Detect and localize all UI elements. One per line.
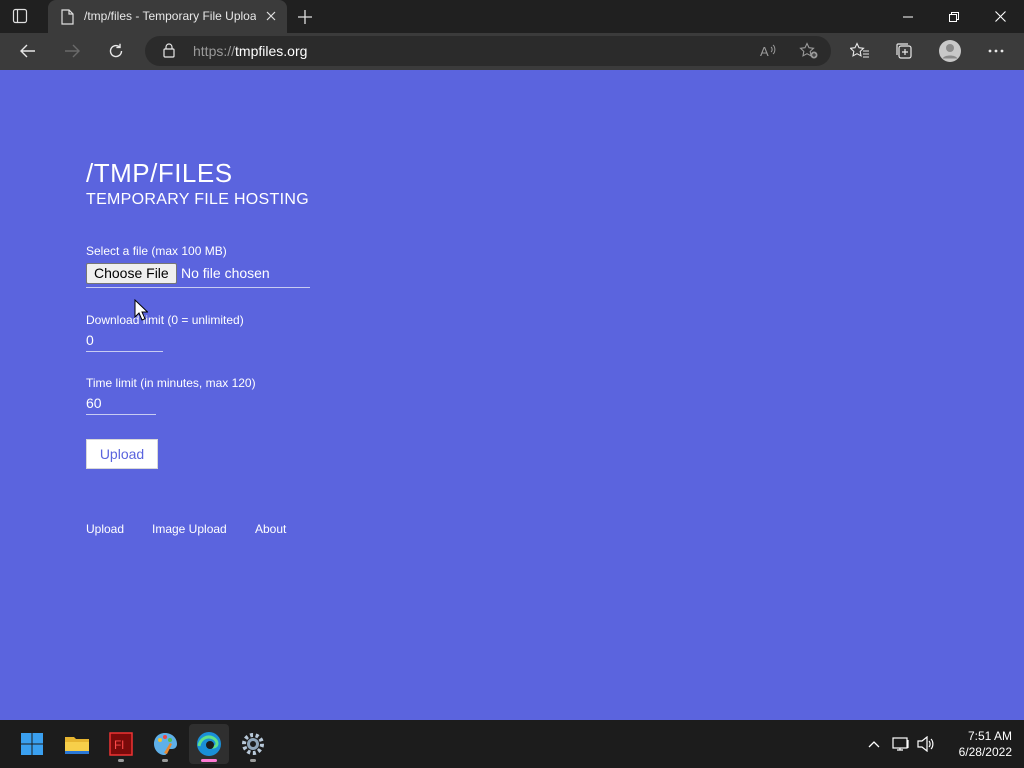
mouse-cursor-icon [134, 298, 149, 326]
active-app-indicator [201, 759, 217, 762]
file-label: Select a file (max 100 MB) [86, 244, 227, 258]
tab-strip: /tmp/files - Temporary File Upload [0, 0, 1024, 33]
more-menu-icon[interactable] [981, 37, 1011, 65]
collections-icon[interactable] [889, 37, 919, 65]
url-text: https://tmpfiles.org [193, 43, 308, 59]
taskbar: Fl 7:51 AM 6/28/2022 [0, 720, 1024, 768]
active-tab[interactable]: /tmp/files - Temporary File Upload [48, 0, 287, 33]
clock-time: 7:51 AM [967, 729, 1012, 743]
address-bar[interactable]: https://tmpfiles.org A [145, 36, 831, 66]
file-input[interactable]: Choose File No file chosen [86, 262, 310, 288]
lock-icon[interactable] [163, 43, 175, 63]
browser-toolbar: https://tmpfiles.org A [0, 33, 1024, 70]
svg-text:Fl: Fl [114, 738, 124, 752]
refresh-button[interactable] [101, 37, 131, 65]
windows-start-icon[interactable] [12, 724, 52, 764]
footer-link-upload[interactable]: Upload [86, 522, 124, 536]
footer-link-about[interactable]: About [255, 522, 286, 536]
tab-actions-icon[interactable] [12, 8, 28, 24]
back-button[interactable] [13, 37, 43, 65]
time-limit-label: Time limit (in minutes, max 120) [86, 376, 256, 390]
clock[interactable]: 7:51 AM 6/28/2022 [940, 728, 1012, 760]
page-content: /TMP/FILES TEMPORARY FILE HOSTING Select… [0, 70, 1024, 720]
upload-button[interactable]: Upload [86, 439, 158, 469]
page-title: /TMP/FILES [86, 158, 233, 188]
download-limit-input[interactable]: 0 [86, 330, 163, 352]
tab-close-icon[interactable] [262, 7, 280, 25]
favorites-icon[interactable] [845, 37, 875, 65]
running-indicator [250, 759, 256, 762]
add-favorite-icon[interactable] [799, 42, 819, 65]
paint-icon[interactable] [145, 724, 185, 764]
chevron-up-icon[interactable] [864, 734, 884, 754]
svg-text:A: A [760, 44, 769, 59]
tab-title: /tmp/files - Temporary File Upload [84, 9, 256, 23]
network-icon[interactable] [891, 734, 911, 754]
forward-button[interactable] [57, 37, 87, 65]
download-limit-label: Download limit (0 = unlimited) [86, 313, 244, 327]
restore-button[interactable] [931, 0, 977, 33]
running-indicator [162, 759, 168, 762]
close-window-button[interactable] [977, 0, 1023, 33]
volume-icon[interactable] [916, 734, 936, 754]
new-tab-button[interactable] [294, 6, 316, 28]
read-aloud-icon[interactable]: A [759, 42, 777, 65]
time-limit-input[interactable]: 60 [86, 393, 156, 415]
file-explorer-icon[interactable] [57, 724, 97, 764]
choose-file-button[interactable]: Choose File [86, 263, 177, 284]
running-indicator [118, 759, 124, 762]
no-file-text: No file chosen [181, 265, 270, 281]
profile-avatar[interactable] [935, 37, 965, 65]
settings-icon[interactable] [233, 724, 273, 764]
flash-icon[interactable]: Fl [101, 724, 141, 764]
minimize-button[interactable] [885, 0, 931, 33]
page-subtitle: TEMPORARY FILE HOSTING [86, 191, 309, 208]
clock-date: 6/28/2022 [958, 745, 1012, 759]
page-icon [60, 9, 74, 30]
footer-link-image-upload[interactable]: Image Upload [152, 522, 227, 536]
edge-icon[interactable] [189, 724, 229, 764]
